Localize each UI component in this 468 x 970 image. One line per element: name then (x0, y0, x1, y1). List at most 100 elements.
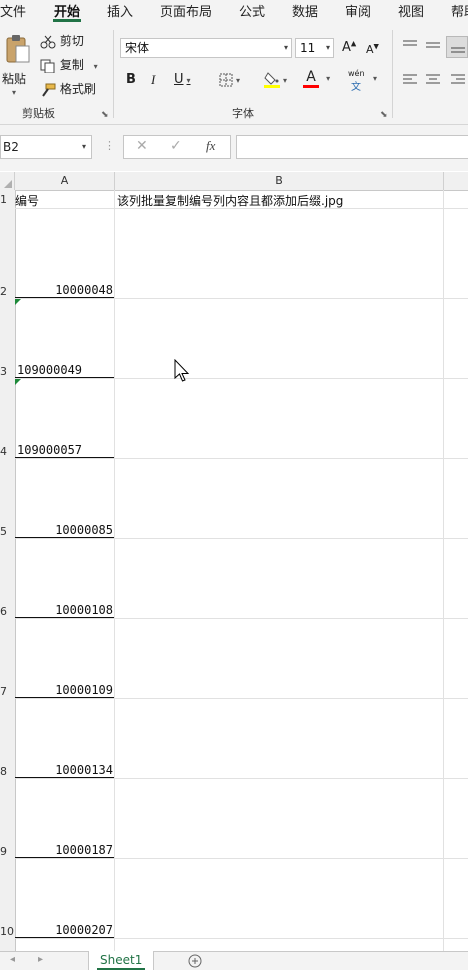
cut-label: 剪切 (59, 34, 84, 48)
gridline (114, 190, 115, 952)
fill-bucket-icon (264, 72, 280, 88)
decrease-font-icon: A▼ (366, 42, 379, 56)
cell-a5[interactable]: 10000085 (15, 523, 113, 537)
confirm-icon[interactable]: ✓ (170, 138, 182, 154)
bold-icon: B (126, 72, 136, 87)
underline-button[interactable]: U ▾ (174, 72, 191, 87)
row-header[interactable]: 3 (0, 365, 14, 378)
phonetic-bottom: 文 (351, 82, 361, 93)
clipboard-icon (6, 35, 30, 63)
font-size-select[interactable]: 11 ▾ (295, 38, 334, 58)
tab-data[interactable]: 数据 (292, 1, 318, 20)
dialog-launcher-icon[interactable]: ⬊ (101, 110, 109, 120)
chevron-down-icon: ▾ (373, 74, 378, 83)
chevron-down-icon: ▾ (283, 75, 288, 85)
cell-a10[interactable]: 10000207 (15, 923, 113, 937)
cell-a6[interactable]: 10000108 (15, 603, 113, 617)
sheet-tab-label: Sheet1 (100, 953, 143, 967)
chevron-down-icon: ▾ (326, 74, 331, 83)
row-header[interactable]: 9 (0, 845, 14, 858)
cell-border (15, 697, 114, 698)
cell-a7[interactable]: 10000109 (15, 683, 113, 697)
add-sheet-icon[interactable] (188, 954, 202, 968)
cell-border (15, 857, 114, 858)
tab-review[interactable]: 审阅 (345, 1, 371, 20)
align-bottom-button[interactable] (446, 36, 468, 58)
phonetic-top: wén (348, 69, 365, 78)
tab-formulas[interactable]: 公式 (239, 1, 265, 20)
cell-a2[interactable]: 10000048 (15, 283, 113, 297)
fill-color-button[interactable]: ▾ (264, 70, 287, 88)
cell-a8[interactable]: 10000134 (15, 763, 113, 777)
tab-home[interactable]: 开始 (54, 1, 80, 20)
borders-icon (219, 73, 233, 86)
formula-input[interactable] (236, 135, 468, 159)
cell-b1[interactable]: 该列批量复制编号列内容且都添加后缀.jpg (117, 192, 343, 209)
gridline (15, 618, 468, 619)
name-box[interactable]: B2 ▾ (0, 135, 92, 159)
gridline (15, 538, 468, 539)
font-size-value: 11 (300, 41, 316, 55)
row-header[interactable]: 1 (0, 193, 14, 206)
tab-file[interactable]: 文件 (0, 1, 26, 20)
font-color-button[interactable]: A ▾ (303, 70, 331, 88)
align-middle-icon[interactable] (425, 39, 441, 51)
scroll-right-icon[interactable]: ▸ (38, 954, 43, 965)
tab-help[interactable]: 帮助 (451, 1, 468, 20)
tab-view[interactable]: 视图 (398, 1, 424, 20)
cell-a3[interactable]: 109000049 (17, 363, 115, 377)
align-center-icon[interactable] (425, 73, 441, 87)
sheet-tab-sheet1[interactable]: Sheet1 (88, 951, 154, 970)
row-header[interactable]: 6 (0, 605, 14, 618)
increase-font-size-button[interactable]: A▲ (342, 40, 356, 55)
name-box-value: B2 (3, 140, 19, 154)
tab-page-layout[interactable]: 页面布局 (160, 1, 212, 20)
format-painter-button[interactable]: 格式刷 (40, 80, 96, 97)
cell-border (15, 617, 114, 618)
decrease-font-size-button[interactable]: A▼ (366, 42, 379, 56)
row-header[interactable]: 7 (0, 685, 14, 698)
error-indicator-icon (15, 299, 21, 305)
italic-button[interactable]: I (151, 72, 155, 88)
column-header-c[interactable] (444, 172, 468, 190)
row-header[interactable]: 5 (0, 525, 14, 538)
row-header[interactable]: 10 (0, 925, 14, 938)
font-name-select[interactable]: 宋体 ▾ (120, 38, 292, 58)
group-divider (113, 30, 114, 118)
column-header-a[interactable]: A (15, 172, 115, 190)
row-header[interactable]: 8 (0, 765, 14, 778)
bold-button[interactable]: B (126, 72, 136, 87)
cell-border (15, 937, 114, 938)
underline-icon: U (174, 72, 184, 87)
row-header[interactable]: 4 (0, 445, 14, 458)
paste-button[interactable]: 粘贴 ▾ (0, 32, 32, 102)
scroll-left-icon[interactable]: ◂ (10, 954, 15, 965)
borders-button[interactable]: ▾ (219, 72, 240, 87)
align-right-icon[interactable] (450, 73, 466, 87)
column-header-bar: A B (0, 172, 468, 191)
scissors-icon (40, 35, 56, 48)
select-all-icon (4, 180, 12, 188)
more-dots-icon: ⋮ (104, 139, 115, 152)
select-all-button[interactable] (0, 172, 15, 190)
font-color-swatch (303, 85, 319, 88)
column-header-b[interactable]: B (115, 172, 444, 190)
font-name-value: 宋体 (125, 41, 150, 55)
copy-button[interactable]: 复制 ▾ (40, 56, 98, 73)
ribbon-tab-bar: 文件 开始 插入 页面布局 公式 数据 审阅 视图 帮助 (0, 0, 468, 24)
dialog-launcher-icon[interactable]: ⬊ (380, 110, 388, 120)
cell-border (15, 537, 114, 538)
cell-a4[interactable]: 109000057 (17, 443, 115, 457)
insert-function-icon[interactable]: fx (206, 138, 215, 154)
cancel-icon[interactable]: ✕ (136, 138, 148, 154)
chevron-down-icon: ▾ (186, 76, 191, 85)
cell-a9[interactable]: 10000187 (15, 843, 113, 857)
tab-insert[interactable]: 插入 (107, 1, 133, 20)
row-header[interactable]: 2 (0, 285, 14, 298)
align-top-icon[interactable] (402, 39, 418, 51)
cell-a1[interactable]: 编号 (15, 192, 113, 209)
italic-icon: I (151, 72, 156, 87)
cut-button[interactable]: 剪切 (40, 32, 84, 49)
align-left-icon[interactable] (402, 73, 418, 87)
copy-icon (40, 59, 55, 73)
